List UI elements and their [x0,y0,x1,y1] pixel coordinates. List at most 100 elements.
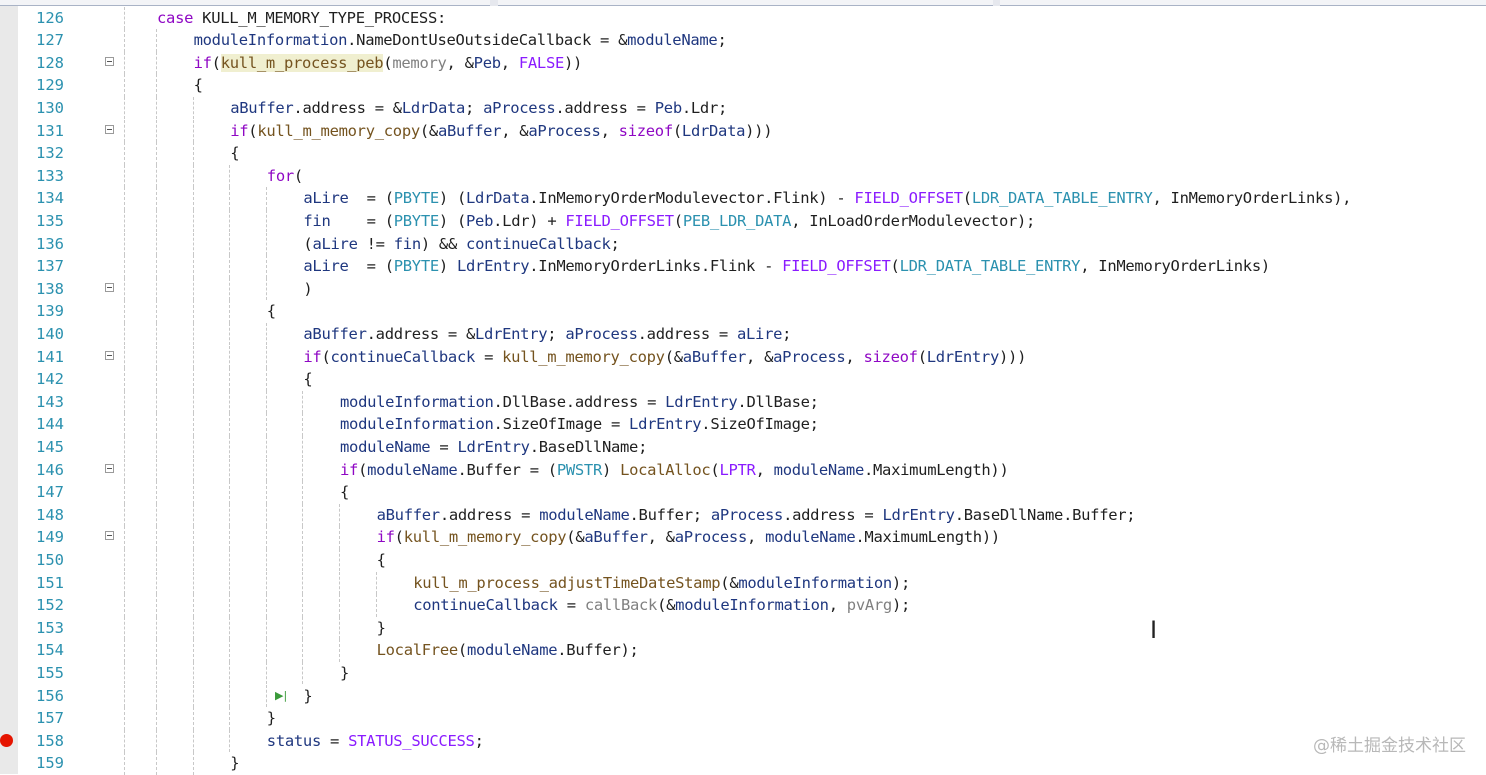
code-token: ( [672,121,682,140]
line-number: 157 [36,709,64,728]
indent-guide [229,345,231,369]
indent-guide [124,616,125,640]
line-number: 140 [36,324,64,343]
code-text: for( [267,165,303,188]
indent-guide [265,616,267,640]
code-line[interactable]: 126 case KULL_M_MEMORY_TYPE_PROCESS: [0,6,1486,30]
indent-guide [156,300,157,323]
collapse-toggle-icon[interactable] [105,531,114,541]
indent-guide [265,503,267,527]
code-token: ; [717,31,727,50]
code-token: .NameDontUseOutsideCallback = & [347,31,628,50]
code-line[interactable]: 141 if(continueCallback = kull_m_memory_c… [0,345,1486,369]
code-line[interactable]: 139 { [0,300,1486,323]
code-line[interactable]: 156 ▶|} [0,684,1486,708]
indent-guide [265,187,267,210]
code-line[interactable]: 131 if(kull_m_memory_copy(&aBuffer, &aPro… [0,119,1486,143]
collapse-toggle-icon[interactable] [105,282,114,292]
code-line[interactable]: 149 if(kull_m_memory_copy(&aBuffer, &aPro… [0,526,1486,549]
code-line[interactable]: 155} [0,661,1486,685]
code-token: .address = & [293,98,402,117]
indent-guide [124,51,125,75]
code-token: LocalAlloc [620,460,711,479]
code-token: ) ( [438,189,467,208]
collapse-toggle-icon[interactable] [105,124,114,134]
code-line[interactable]: 128 if(kull_m_process_peb(memory, &Peb, F… [0,51,1486,75]
indent-guide [156,707,157,730]
code-line[interactable]: 148 aBuffer.address = moduleName.Buffer; … [0,503,1486,527]
code-text: if(kull_m_process_peb(memory, &Peb, FALS… [194,52,582,75]
code-line[interactable]: 150 { [0,548,1486,572]
code-line[interactable]: 142 { [0,368,1486,391]
code-token: ; [465,98,484,117]
indent-guide [124,752,125,775]
editor-tab-3[interactable] [1000,0,1486,6]
indent-guide [339,503,340,527]
indent-guide [192,594,194,617]
code-line[interactable]: 132 { [0,142,1486,165]
code-line[interactable]: 146 if(moduleName.Buffer = (PWSTR) LocalA… [0,458,1486,482]
code-line[interactable]: 135 fin = (PBYTE) (Peb.Ldr) + FIELD_OFFSE… [0,209,1486,233]
indent-guide [124,661,125,685]
indent-guide [124,277,125,301]
code-token: .SizeOfImage; [701,415,819,434]
code-line[interactable]: 134 aLire = (PBYTE) (LdrData.InMemoryOrde… [0,187,1486,210]
code-text: kull_m_process_adjustTimeDateStamp(&modu… [413,572,910,595]
code-line[interactable]: 157} [0,707,1486,730]
indent-guide [339,548,340,572]
watermark: @稀土掘金技术社区 [1313,736,1466,756]
code-token: { [340,483,350,502]
indent-guide [124,729,125,753]
indent-guide [229,209,231,233]
code-text: ) [303,278,312,301]
code-token: case [157,8,194,27]
code-line[interactable]: 143 moduleInformation.DllBase.address = L… [0,390,1486,414]
code-token: (& [566,528,585,547]
line-number: 132 [36,144,64,163]
code-line[interactable]: 159} [0,752,1486,775]
collapse-toggle-icon[interactable] [105,350,114,360]
indent-guide [124,684,125,708]
code-line[interactable]: 136 (aLire != fin) && continueCallback; [0,232,1486,256]
collapse-toggle-icon[interactable] [105,56,114,66]
code-token: .address = [439,505,540,524]
indent-guide [375,571,377,595]
line-number: 147 [36,483,64,502]
collapse-toggle-icon[interactable] [105,463,114,473]
code-token: kull_m_memory_copy [502,347,665,366]
code-token: continueCallback [466,234,611,253]
code-line[interactable]: 137 aLire = (PBYTE) LdrEntry.InMemoryOrde… [0,255,1486,278]
breakpoint-icon[interactable] [0,734,13,748]
code-line[interactable]: 158 status = STATUS_SUCCESS; [0,729,1486,753]
code-token: LocalFree [376,641,459,660]
code-line[interactable]: 127 moduleInformation.NameDontUseOutsideC… [0,29,1486,52]
code-token: ) [601,460,621,479]
code-line[interactable]: 140 aBuffer.address = &LdrEntry; aProcess… [0,322,1486,346]
code-line[interactable]: 144 moduleInformation.SizeOfImage = LdrEn… [0,413,1486,436]
code-token: LdrEntry [457,437,530,456]
code-token: moduleInformation [193,31,348,50]
editor-tab-2[interactable] [498,0,993,6]
code-line[interactable]: 145 moduleName = LdrEntry.BaseDllName; [0,435,1486,459]
line-number: 130 [36,98,64,117]
indent-guide [156,96,157,120]
code-line[interactable]: 130 aBuffer.address = &LdrData; aProcess.… [0,96,1486,120]
indent-guide [229,729,231,753]
run-to-click-icon[interactable]: ▶| [275,689,287,702]
code-line[interactable]: 151 kull_m_process_adjustTimeDateStamp(&m… [0,571,1486,595]
code-line[interactable]: 138) [0,277,1486,301]
code-text: if(moduleName.Buffer = (PWSTR) LocalAllo… [340,459,1009,482]
line-number: 144 [36,415,64,434]
code-line[interactable]: 147 { [0,481,1486,504]
code-line[interactable]: 129 { [0,74,1486,97]
code-line[interactable]: 133 for( [0,164,1486,188]
code-line[interactable]: 152 continueCallback = callBack(&moduleIn… [0,594,1486,617]
code-text: LocalFree(moduleName.Buffer); [377,639,639,662]
code-line[interactable]: 154 LocalFree(moduleName.Buffer); [0,639,1486,662]
code-token: aBuffer [584,528,648,547]
code-token: aProcess [710,505,784,524]
indent-guide [302,481,304,504]
code-line[interactable]: 153} [0,616,1486,640]
indent-guide [124,594,125,617]
code-token: , [828,596,847,615]
